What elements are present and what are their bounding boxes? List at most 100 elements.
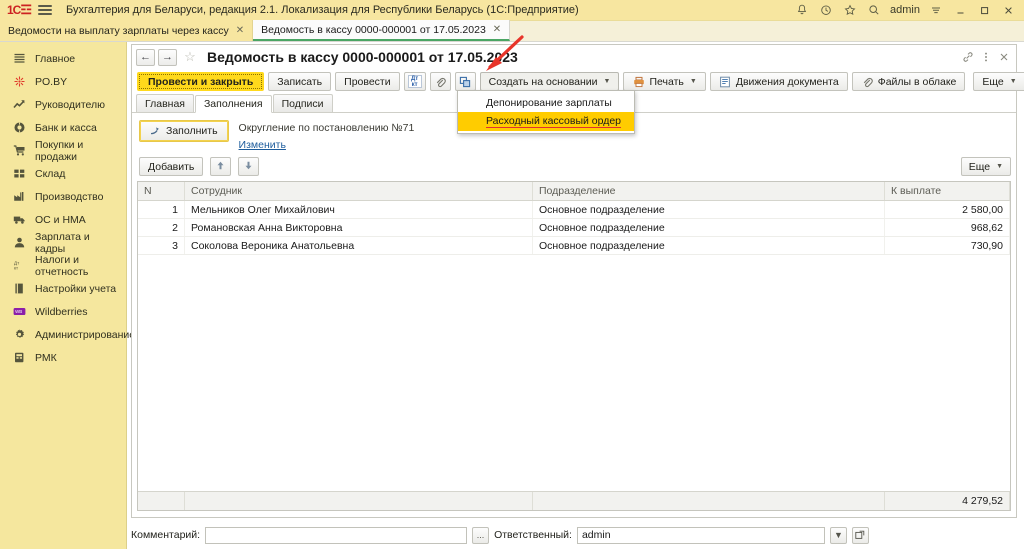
fill-button-label: Заполнить	[166, 125, 218, 137]
maximize-button[interactable]	[972, 0, 996, 20]
chevron-down-icon[interactable]: ▼	[829, 526, 847, 544]
tab-label: Ведомости на выплату зарплаты через касс…	[8, 24, 229, 37]
grid-more-button[interactable]: Еще ▼	[960, 157, 1011, 176]
user-label[interactable]: admin	[886, 4, 924, 16]
star-icon[interactable]	[838, 0, 862, 20]
fill-button[interactable]: Заполнить	[139, 120, 229, 142]
create-based-on-menu: Депонирование зарплаты Расходный кассовы…	[457, 90, 635, 134]
menu-item-label: Депонирование зарплаты	[486, 96, 612, 109]
write-button[interactable]: Записать	[268, 72, 332, 91]
menu-item-deponirovanie[interactable]: Депонирование зарплаты	[458, 93, 634, 112]
sidebar-item-label: Склад	[35, 167, 66, 180]
responsible-input[interactable]: admin	[576, 526, 825, 544]
comment-input[interactable]	[205, 526, 468, 544]
table-body: 1 Мельников Олег Михайлович Основное под…	[138, 201, 1010, 491]
cell-department: Основное подразделение	[533, 237, 885, 254]
tab-vedomosti-list[interactable]: Ведомости на выплату зарплаты через касс…	[0, 20, 254, 41]
sidebar-item-glavnoe[interactable]: Главное	[0, 47, 126, 70]
comment-select-button[interactable]: ...	[472, 526, 490, 544]
trend-up-icon	[12, 98, 26, 112]
close-icon[interactable]: ✕	[236, 25, 244, 36]
sidebar: Главное PO.BY Руководителю Банк и касса	[0, 42, 135, 549]
sidebar-item-proizvodstvo[interactable]: Производство	[0, 185, 126, 208]
printer-icon	[632, 75, 645, 88]
move-down-button[interactable]	[238, 157, 260, 176]
search-icon[interactable]	[862, 0, 886, 20]
more-commands-button[interactable]: Еще ▼	[973, 72, 1024, 91]
truck-icon	[12, 213, 26, 227]
tab-zapolneniya[interactable]: Заполнения	[194, 95, 272, 113]
star-icon[interactable]: ☆	[180, 49, 200, 65]
history-icon[interactable]	[814, 0, 838, 20]
attach-button[interactable]	[429, 72, 451, 91]
document-movements-button[interactable]: Движения документа	[709, 72, 848, 91]
sidebar-item-rukovoditelyu[interactable]: Руководителю	[0, 93, 126, 116]
link-icon[interactable]	[959, 48, 976, 66]
employees-table[interactable]: N Сотрудник Подразделение К выплате 1 Ме…	[137, 181, 1011, 511]
fill-note-block: Округление по постановлению №71 Изменить	[239, 120, 415, 151]
print-button[interactable]: Печать ▼	[623, 72, 706, 91]
sidebar-item-poby[interactable]: PO.BY	[0, 70, 126, 93]
column-header-pay[interactable]: К выплате	[885, 182, 1010, 200]
column-header-n[interactable]: N	[138, 182, 185, 200]
chevron-down-icon: ▼	[603, 78, 611, 85]
sidebar-item-bank-i-kassa[interactable]: Банк и касса	[0, 116, 126, 139]
table-row[interactable]: 3 Соколова Вероника Анатольевна Основное…	[138, 237, 1010, 255]
sidebar-item-pokupki-i-prodazhi[interactable]: Покупки и продажи	[0, 139, 126, 163]
close-icon[interactable]	[995, 48, 1012, 66]
nav-back-button[interactable]: ←	[136, 48, 155, 66]
menu-item-rashodnyy-kassovyy-order[interactable]: Расходный кассовый ордер	[458, 112, 634, 131]
tab-podpisi[interactable]: Подписи	[272, 94, 333, 112]
table-row[interactable]: 1 Мельников Олег Михайлович Основное под…	[138, 201, 1010, 219]
book-icon	[12, 282, 26, 296]
dtkt-button[interactable]: Дт кт	[403, 72, 426, 91]
boxes-icon	[12, 167, 26, 181]
move-up-button[interactable]	[210, 157, 232, 176]
menu-icon[interactable]	[924, 0, 948, 20]
column-header-department[interactable]: Подразделение	[533, 182, 885, 200]
close-button[interactable]	[996, 0, 1020, 20]
more-label: Еще	[982, 75, 1004, 88]
post-button[interactable]: Провести	[335, 72, 400, 91]
nav-forward-button[interactable]: →	[158, 48, 177, 66]
grid-toolbar: Добавить Еще ▼	[132, 151, 1016, 181]
titlebar: 1C ☲ Бухгалтерия для Беларуси, редакция 2…	[0, 0, 1024, 21]
sidebar-item-os-i-nma[interactable]: ОС и НМА	[0, 208, 126, 231]
table-row[interactable]: 2 Романовская Анна Викторовна Основное п…	[138, 219, 1010, 237]
column-header-employee[interactable]: Сотрудник	[185, 182, 533, 200]
document-footer: Комментарий: ... Ответственный: admin ▼	[131, 524, 1017, 546]
report-button[interactable]	[454, 72, 476, 91]
more-options-icon[interactable]	[977, 48, 994, 66]
cloud-files-button[interactable]: Файлы в облаке	[851, 72, 966, 91]
tab-glavnaya[interactable]: Главная	[136, 94, 194, 112]
arrow-up-icon	[215, 160, 226, 174]
cell-department: Основное подразделение	[533, 201, 885, 218]
tab-vedomost-document[interactable]: Ведомость в кассу 0000-000001 от 17.05.2…	[253, 20, 511, 41]
sidebar-item-zarplata-i-kadry[interactable]: Зарплата и кадры	[0, 230, 126, 255]
bell-icon[interactable]	[790, 0, 814, 20]
main-menu-button[interactable]	[36, 2, 54, 18]
sidebar-item-wildberries[interactable]: WB Wildberries	[0, 300, 126, 323]
minimize-button[interactable]	[948, 0, 972, 20]
sidebar-item-rmk[interactable]: РМК	[0, 346, 126, 369]
person-icon	[12, 236, 26, 250]
close-icon[interactable]: ✕	[493, 24, 501, 35]
sidebar-item-label: Зарплата и кадры	[35, 230, 90, 255]
sidebar-item-nalogi-i-otchetnost[interactable]: Дт кт Налоги и отчетность	[0, 254, 126, 278]
sidebar-item-label: ОС и НМА	[35, 213, 86, 226]
post-and-close-button[interactable]: Провести и закрыть	[137, 72, 265, 91]
sidebar-item-nastroyki-ucheta[interactable]: Настройки учета	[0, 277, 126, 300]
add-row-button[interactable]: Добавить	[139, 157, 204, 176]
wildberries-icon: WB	[12, 305, 26, 319]
report-icon	[459, 75, 472, 88]
sidebar-item-sklad[interactable]: Склад	[0, 162, 126, 185]
change-link[interactable]: Изменить	[239, 139, 286, 151]
sidebar-item-label: РМК	[35, 351, 57, 364]
create-based-on-button[interactable]: Создать на основании ▼	[479, 72, 620, 91]
cell-n: 2	[138, 219, 185, 236]
sidebar-item-administrirovanie[interactable]: Администрирование	[0, 323, 135, 346]
sidebar-item-label: Настройки учета	[35, 282, 117, 295]
open-link-icon[interactable]	[851, 526, 869, 544]
app-title: Бухгалтерия для Беларуси, редакция 2.1. …	[66, 4, 579, 16]
cart-icon	[12, 144, 26, 158]
